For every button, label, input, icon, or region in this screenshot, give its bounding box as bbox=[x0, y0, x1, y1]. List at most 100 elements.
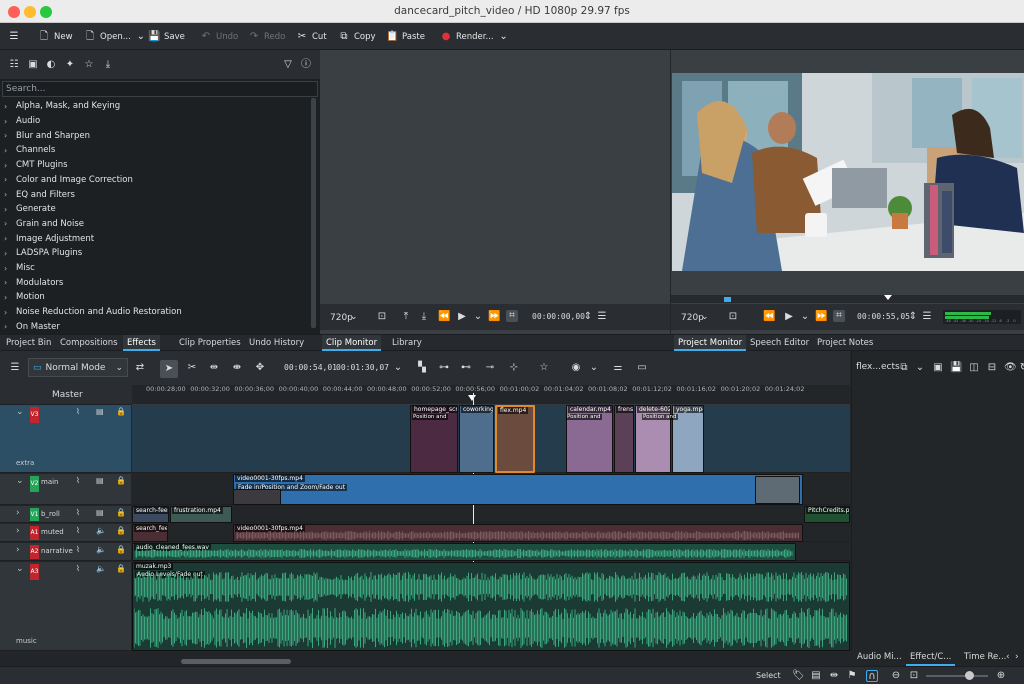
lift-icon[interactable]: ⊹ bbox=[508, 362, 520, 374]
timeline-clip[interactable]: coworking bbox=[459, 405, 494, 473]
chevron-left-icon[interactable]: ‹ bbox=[1006, 652, 1010, 662]
speaker-icon[interactable]: 🔈 bbox=[96, 545, 106, 554]
lock-icon[interactable]: 🔒 bbox=[116, 526, 126, 535]
razor-tool-icon[interactable]: ✂ bbox=[186, 362, 198, 374]
crop-icon[interactable]: ⌗ bbox=[506, 310, 518, 322]
marker-flag-icon[interactable]: ⚑ bbox=[846, 670, 858, 682]
playhead-handle[interactable] bbox=[468, 395, 476, 401]
magic-wand-icon[interactable]: ⌇ bbox=[76, 407, 80, 416]
tab-library[interactable]: Library bbox=[388, 335, 426, 351]
favorite-star-icon[interactable]: ☆ bbox=[538, 362, 550, 374]
custom-effects-icon[interactable]: ✦ bbox=[64, 59, 76, 71]
video-effects-icon[interactable]: ▣ bbox=[27, 59, 39, 71]
new-button[interactable]: 🗋 New bbox=[38, 29, 73, 45]
zoom-slider-handle[interactable] bbox=[965, 671, 974, 680]
lock-icon[interactable]: 🔒 bbox=[116, 564, 126, 573]
effects-category-item[interactable]: › Motion bbox=[0, 290, 310, 305]
magic-wand-icon[interactable]: ⌇ bbox=[76, 564, 80, 573]
paste-button[interactable]: 📋 Paste bbox=[386, 29, 425, 45]
film-icon[interactable]: ▤ bbox=[96, 476, 104, 485]
speaker-icon[interactable]: 🔈 bbox=[96, 564, 106, 573]
redo-button[interactable]: ↷ Redo bbox=[248, 29, 286, 45]
audio-thumbnail-icon[interactable]: ⇹ bbox=[828, 670, 840, 682]
visibility-icon[interactable]: 👁 bbox=[1004, 362, 1017, 374]
chevron-down-icon[interactable]: ⌄ bbox=[799, 311, 811, 323]
track-id-badge[interactable]: A2 bbox=[30, 545, 39, 559]
chevron-down-icon[interactable]: ⌄ bbox=[350, 312, 358, 322]
cut-button[interactable]: ✂ Cut bbox=[296, 29, 327, 45]
slip-tool-icon[interactable]: ✥ bbox=[254, 362, 266, 374]
render-button[interactable]: ● Render... ⌄ bbox=[440, 29, 510, 45]
subtitle-icon[interactable]: ▭ bbox=[636, 362, 648, 374]
compare-icon[interactable]: ⧉ bbox=[898, 362, 910, 374]
effects-category-item[interactable]: › Generate bbox=[0, 202, 310, 217]
spin-icon[interactable]: ⇕ bbox=[907, 311, 919, 323]
effects-scrollbar[interactable] bbox=[311, 98, 316, 328]
chevron-down-icon[interactable]: ⌄ bbox=[588, 362, 600, 374]
tab-project-monitor[interactable]: Project Monitor bbox=[674, 335, 747, 351]
track-name[interactable]: narrative bbox=[41, 547, 73, 555]
tab-effects[interactable]: Effects bbox=[123, 335, 160, 351]
speaker-icon[interactable]: 🔈 bbox=[96, 526, 106, 535]
clip-timecode[interactable]: 00:00:00,00 bbox=[532, 312, 585, 321]
chevron-down-icon[interactable]: ⌄ bbox=[472, 311, 484, 323]
list-icon[interactable]: ☷ bbox=[8, 59, 20, 71]
mixer-icon[interactable]: ⚌ bbox=[612, 362, 624, 374]
spin-icon[interactable]: ⇕ bbox=[582, 311, 594, 323]
timeline-clip[interactable]: search_fee bbox=[132, 524, 168, 542]
ripple-tool-icon[interactable]: ⇼ bbox=[231, 362, 243, 374]
filter-icon[interactable]: ▽ bbox=[282, 59, 294, 71]
fast-forward-icon[interactable]: ⏩ bbox=[815, 311, 827, 323]
effects-category-item[interactable]: › Blur and Sharpen bbox=[0, 128, 310, 143]
magic-wand-icon[interactable]: ⌇ bbox=[76, 476, 80, 485]
save-stack-icon[interactable]: 💾 bbox=[950, 362, 962, 374]
zoom-fit-icon[interactable]: ⊡ bbox=[727, 311, 739, 323]
save-button[interactable]: 💾 Save bbox=[148, 29, 185, 45]
track-id-badge[interactable]: A1 bbox=[30, 526, 39, 540]
set-out-icon[interactable]: ⤓ bbox=[418, 311, 430, 323]
effects-category-item[interactable]: › Color and Image Correction bbox=[0, 173, 310, 188]
spacer-tool-icon[interactable]: ⇹ bbox=[208, 362, 220, 374]
chevron-right-icon[interactable]: › bbox=[16, 508, 20, 518]
master-label[interactable]: Master bbox=[52, 390, 83, 400]
selection-tool-icon[interactable]: ➤ bbox=[160, 360, 178, 378]
chevron-down-icon[interactable]: ⌄ bbox=[16, 476, 24, 486]
chevron-down-icon[interactable]: ⌄ bbox=[392, 362, 404, 374]
track-name[interactable]: b_roll bbox=[41, 510, 60, 518]
effects-category-item[interactable]: › On Master bbox=[0, 320, 310, 335]
split-view-icon[interactable]: ◫ bbox=[968, 362, 980, 374]
timeline-scrollbar[interactable] bbox=[181, 659, 291, 664]
collapse-icon[interactable]: ⊟ bbox=[986, 362, 998, 374]
tab-audio-mixer[interactable]: Audio Mi... bbox=[853, 648, 906, 666]
chevron-down-icon[interactable]: ⌄ bbox=[135, 31, 147, 43]
open-button[interactable]: 🗋 Open... ⌄ bbox=[84, 29, 147, 45]
effects-category-item[interactable]: › Image Adjustment bbox=[0, 231, 310, 246]
tab-time-remapping[interactable]: Time Re... bbox=[960, 648, 1010, 666]
edit-mode-select[interactable]: ▭ Normal Mode ⌄ bbox=[28, 358, 128, 377]
chevron-down-icon[interactable]: ⌄ bbox=[914, 362, 926, 374]
timeline-clip[interactable]: search-fee bbox=[132, 506, 169, 523]
crop-icon[interactable]: ⌗ bbox=[833, 310, 845, 322]
track-id-badge[interactable]: V1 bbox=[30, 508, 39, 521]
set-in-icon[interactable]: ⤒ bbox=[400, 311, 412, 323]
play-icon[interactable]: ▶ bbox=[783, 311, 795, 323]
track-id-badge[interactable]: V2 bbox=[30, 476, 39, 492]
hamburger-icon[interactable]: ☰ bbox=[9, 362, 21, 374]
effects-category-item[interactable]: › Misc bbox=[0, 261, 310, 276]
extract-icon[interactable]: ⊸ bbox=[484, 362, 496, 374]
lock-icon[interactable]: 🔒 bbox=[116, 545, 126, 554]
zone-icon[interactable]: ▚ bbox=[416, 362, 428, 374]
track-name[interactable]: main bbox=[41, 478, 59, 486]
timeline-clip[interactable]: PitchCredits.p bbox=[804, 506, 850, 523]
lock-icon[interactable]: 🔒 bbox=[116, 407, 126, 416]
effects-category-item[interactable]: › Modulators bbox=[0, 275, 310, 290]
hamburger-menu-button[interactable]: ☰ bbox=[8, 29, 20, 45]
reset-icon[interactable]: ↻ bbox=[1018, 362, 1024, 374]
effects-category-item[interactable]: › Grain and Noise bbox=[0, 217, 310, 232]
chevron-right-icon[interactable]: ⌄ bbox=[16, 564, 24, 574]
enable-effects-icon[interactable]: ▣ bbox=[932, 362, 944, 374]
menu-icon[interactable]: ☰ bbox=[921, 311, 933, 323]
zoom-fit-icon[interactable]: ⊡ bbox=[908, 670, 920, 682]
tab-effect-composition[interactable]: Effect/C... bbox=[906, 648, 956, 666]
chevron-down-icon[interactable]: ⌄ bbox=[16, 407, 24, 417]
